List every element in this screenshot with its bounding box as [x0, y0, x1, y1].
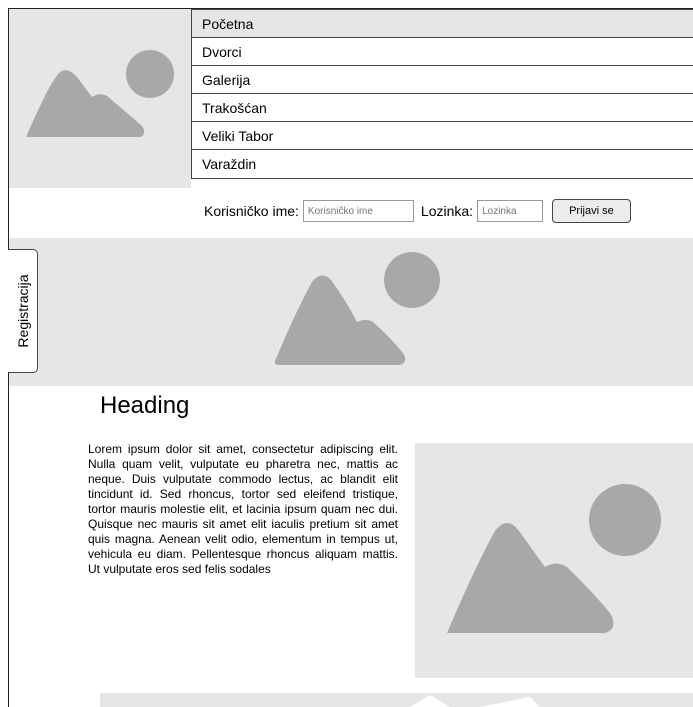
image-placeholder-icon [447, 484, 661, 633]
banner-image [9, 238, 693, 386]
username-input[interactable] [302, 200, 414, 222]
nav-item-dvorci[interactable]: Dvorci [191, 37, 693, 65]
image-placeholder-icon [26, 50, 174, 137]
password-label: Lozinka: [420, 203, 474, 219]
main-nav: Početna Dvorci Galerija Trakošćan Veliki… [191, 9, 693, 179]
password-input[interactable] [477, 200, 544, 222]
page-heading: Heading [100, 392, 190, 419]
nav-item-galerija[interactable]: Galerija [191, 65, 693, 93]
login-form: Korisničko ime: Lozinka: Prijavi se [204, 199, 631, 223]
image-placeholder-icon [410, 695, 540, 707]
article-image [415, 443, 693, 678]
footer-image [100, 693, 693, 707]
registration-tab-label: Registracija [14, 274, 31, 348]
nav-item-varazdin[interactable]: Varaždin [191, 149, 693, 179]
nav-item-trakoscan[interactable]: Trakošćan [191, 93, 693, 121]
username-label: Korisničko ime: [204, 203, 299, 219]
nav-item-veliki-tabor[interactable]: Veliki Tabor [191, 121, 693, 149]
nav-item-pocetna[interactable]: Početna [191, 9, 693, 37]
image-placeholder-icon [274, 252, 440, 365]
registration-tab[interactable]: Registracija [8, 249, 38, 373]
body-text: Lorem ipsum dolor sit amet, consectetur … [88, 442, 398, 576]
login-button[interactable]: Prijavi se [552, 199, 631, 223]
logo-image [9, 9, 191, 188]
